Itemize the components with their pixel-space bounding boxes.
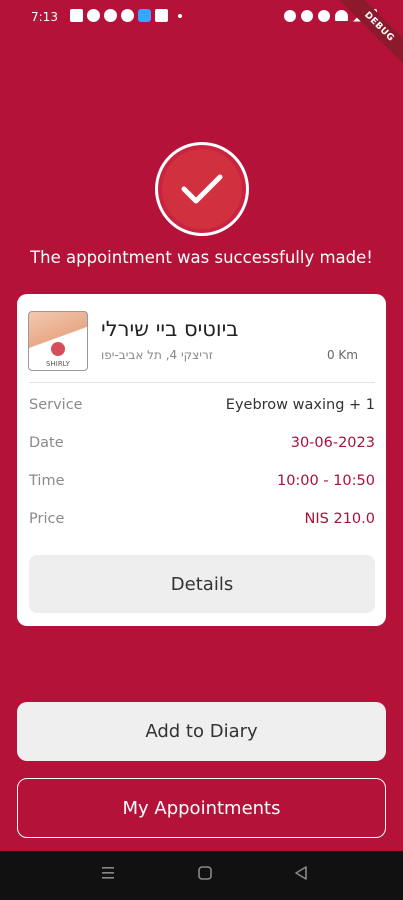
business-name: ביוטיס ביי שירלי bbox=[101, 317, 239, 341]
logo-text: SHIRLY bbox=[46, 360, 70, 368]
notification-app-icon bbox=[87, 9, 100, 22]
detail-label: Date bbox=[29, 435, 64, 451]
appointment-card: SHIRLY ביוטיס ביי שירלי זריצקי 4, תל אבי… bbox=[17, 294, 386, 626]
notification-app-icon bbox=[104, 9, 117, 22]
status-time: 7:13 bbox=[31, 10, 58, 24]
business-logo: SHIRLY bbox=[28, 311, 88, 371]
detail-row-service: Service Eyebrow waxing + 1 bbox=[29, 394, 375, 416]
notification-app-icon bbox=[138, 9, 151, 22]
success-check-icon bbox=[155, 142, 249, 236]
notification-app-icon bbox=[155, 9, 168, 22]
home-icon[interactable] bbox=[197, 865, 213, 886]
status-bar: 7:13 bbox=[0, 0, 403, 36]
detail-label: Price bbox=[29, 511, 65, 527]
detail-row-time: Time 10:00 - 10:50 bbox=[29, 470, 375, 492]
alarm-icon bbox=[284, 9, 296, 22]
business-address: זריצקי 4, תל אביב-יפו bbox=[101, 348, 213, 362]
notification-app-icon bbox=[70, 9, 83, 22]
detail-value: 10:00 - 10:50 bbox=[276, 473, 375, 489]
back-icon[interactable] bbox=[293, 865, 309, 886]
notification-app-icon bbox=[121, 9, 134, 22]
detail-row-date: Date 30-06-2023 bbox=[29, 432, 375, 454]
my-appointments-button[interactable]: My Appointments bbox=[17, 778, 386, 838]
add-to-diary-button[interactable]: Add to Diary bbox=[17, 702, 386, 761]
wifi-icon bbox=[335, 10, 348, 21]
detail-row-price: Price NIS 210.0 bbox=[29, 508, 375, 530]
detail-value: Eyebrow waxing + 1 bbox=[225, 397, 375, 413]
detail-value: NIS 210.0 bbox=[304, 511, 375, 527]
system-nav-bar bbox=[0, 851, 403, 900]
success-message: The appointment was successfully made! bbox=[30, 248, 373, 267]
paw-icon bbox=[51, 342, 65, 356]
detail-label: Service bbox=[29, 397, 83, 413]
vpn-icon bbox=[301, 9, 313, 22]
more-notifications-dot-icon bbox=[178, 14, 182, 18]
divider bbox=[29, 382, 375, 383]
detail-label: Time bbox=[29, 473, 65, 489]
location-icon bbox=[318, 9, 330, 22]
business-distance: 0 Km bbox=[326, 348, 358, 362]
detail-value: 30-06-2023 bbox=[290, 435, 375, 451]
notification-icons bbox=[70, 9, 182, 22]
details-button[interactable]: Details bbox=[29, 555, 375, 613]
recents-icon[interactable] bbox=[101, 865, 115, 886]
